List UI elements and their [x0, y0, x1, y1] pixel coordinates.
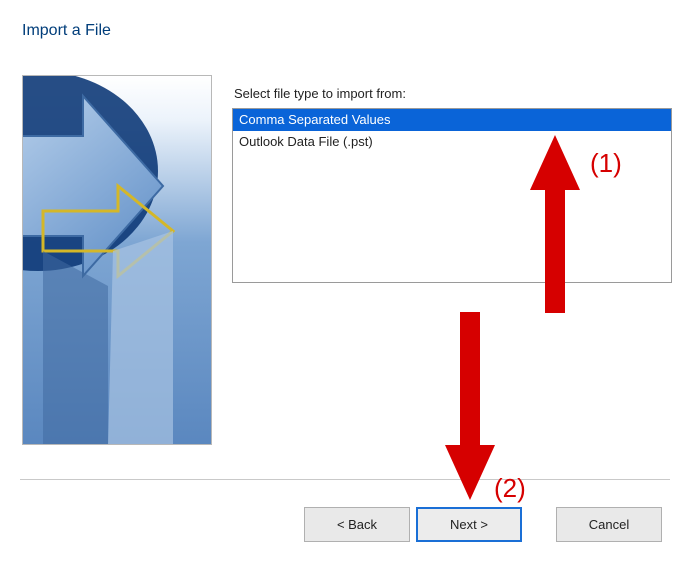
next-button[interactable]: Next > [416, 507, 522, 542]
annotation-arrow-2-icon: (2) [445, 312, 526, 503]
wizard-graphic [22, 75, 212, 445]
divider [20, 479, 670, 480]
back-button[interactable]: < Back [304, 507, 410, 542]
cancel-button[interactable]: Cancel [556, 507, 662, 542]
file-type-listbox[interactable]: Comma Separated Values Outlook Data File… [232, 108, 672, 283]
dialog-title: Import a File [22, 22, 111, 40]
list-item[interactable]: Outlook Data File (.pst) [233, 131, 671, 153]
list-item[interactable]: Comma Separated Values [233, 109, 671, 131]
import-arrows-illustration [23, 76, 212, 445]
annotation-2-label: (2) [494, 473, 526, 503]
select-file-type-label: Select file type to import from: [234, 86, 406, 101]
